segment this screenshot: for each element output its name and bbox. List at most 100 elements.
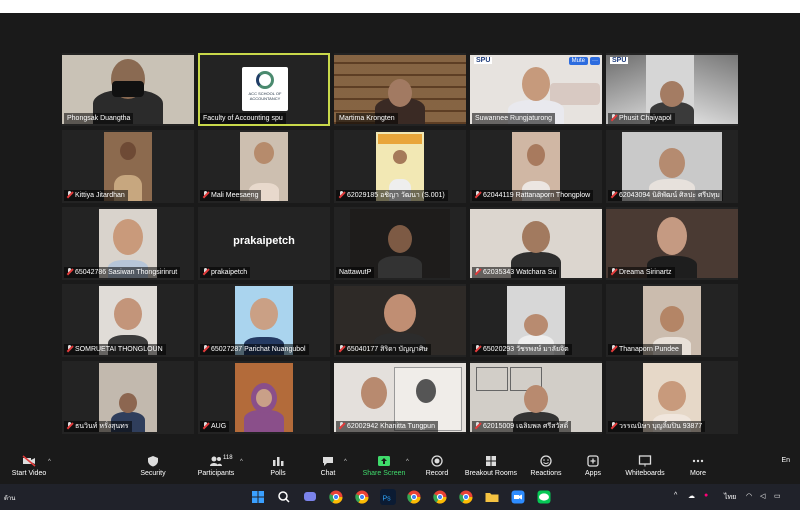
battery-icon[interactable]: ▭ (774, 492, 781, 500)
more-options-button[interactable]: ··· (590, 57, 600, 65)
people-icon: 118 (209, 455, 233, 467)
reactions-button[interactable]: Reactions (528, 455, 564, 477)
participant-name: Suwannee Rungjaturong (472, 113, 556, 124)
chrome-icon[interactable] (406, 489, 422, 505)
chrome-icon[interactable] (458, 489, 474, 505)
polls-button[interactable]: Polls (264, 455, 292, 477)
participant-name: Faculty of Accounting spu (200, 113, 286, 124)
participant-name: 62044119 Rattanaporn Thongplow (472, 190, 594, 201)
whiteboards-button[interactable]: Whiteboards (620, 455, 670, 477)
windows-start-icon[interactable] (250, 489, 266, 505)
participant-name: AUG (200, 421, 230, 432)
participant-tile[interactable]: Mali Meesaeng (198, 130, 330, 203)
video-options-caret[interactable]: ^ (48, 459, 51, 465)
participant-tile-active-speaker[interactable]: ACC SCHOOL OF ACCOUNTANCY Faculty of Acc… (198, 53, 330, 126)
participant-tile[interactable]: SPU Mute ··· Suwannee Rungjaturong (470, 53, 602, 126)
participant-name: 65042786 Sasiwan Thongsirinrut (64, 267, 181, 278)
security-button[interactable]: Security (136, 455, 170, 477)
share-options-caret[interactable]: ^ (406, 459, 409, 465)
ellipsis-icon (691, 455, 705, 467)
accountancy-logo: ACC SCHOOL OF ACCOUNTANCY (242, 67, 288, 111)
apps-icon (586, 455, 600, 467)
participant-tile[interactable]: 62015009 เฉลิมพล ศรีสวัสดิ์ (470, 361, 602, 434)
participant-name: 62029185 อชิญา วัฒนา (S.001) (336, 190, 448, 201)
speaker-icon[interactable]: ◁ (760, 492, 765, 500)
record-button[interactable]: Record (422, 455, 452, 477)
participant-tile[interactable]: 65040177 สิริดา บัญญาศิษ (334, 284, 466, 357)
participant-tile[interactable]: Dreama Sirinartz (606, 207, 738, 280)
video-grid: Phongsak Duangtha ACC SCHOOL OF ACCOUNTA… (62, 53, 738, 434)
participant-tile[interactable]: 62035343 Watchara Su (470, 207, 602, 280)
participant-name: Dreama Sirinartz (608, 267, 675, 278)
participant-tile[interactable]: 62044119 Rattanaporn Thongplow (470, 130, 602, 203)
share-screen-button[interactable]: Share Screen (358, 455, 410, 477)
participant-name: 65040177 สิริดา บัญญาศิษ (336, 344, 431, 355)
tray-chevron-icon[interactable]: ^ (674, 492, 677, 499)
participant-name: 62035343 Watchara Su (472, 267, 560, 278)
participant-name: ธนวินท์ หรั่งสุนทร (64, 421, 132, 432)
photoshop-icon[interactable]: Ps (380, 489, 396, 505)
participant-tile[interactable]: SOMRUETAI THONGLOUN (62, 284, 194, 357)
participant-tile[interactable]: NattawutP (334, 207, 466, 280)
participant-tile[interactable]: ธนวินท์ หรั่งสุนทร (62, 361, 194, 434)
chrome-icon[interactable] (354, 489, 370, 505)
participant-name: Phongsak Duangtha (64, 113, 134, 124)
participant-tile[interactable]: 62029185 อชิญา วัฒนา (S.001) (334, 130, 466, 203)
gallery-view: Phongsak Duangtha ACC SCHOOL OF ACCOUNTA… (0, 13, 800, 453)
chat-options-caret[interactable]: ^ (344, 459, 347, 465)
participant-name: Kittiya Jitardhan (64, 190, 128, 201)
participant-name: NattawutP (336, 267, 375, 278)
participant-name: 65027287 Parichat Nuangubol (200, 344, 309, 355)
smiley-icon (539, 455, 553, 467)
record-icon (430, 455, 444, 467)
chat-button[interactable]: Chat (314, 455, 342, 477)
participant-name: 65020293 วัชรพงษ์ มาลัยจิต (472, 344, 572, 355)
bar-chart-icon (271, 455, 285, 467)
participant-name: 62002942 Khanitta Tungpun (336, 421, 438, 432)
taskbar-left-text: ต้าน (4, 496, 16, 502)
breakout-rooms-button[interactable]: Breakout Rooms (462, 455, 520, 477)
cloud-icon: ☁ (688, 493, 695, 500)
participant-tile[interactable]: SPU Phusit Chaiyapol (606, 53, 738, 126)
meeting-controls: Start Video ^ Security 118 Participants … (0, 453, 800, 484)
folder-icon[interactable] (484, 489, 500, 505)
share-screen-icon (377, 455, 391, 467)
zoom-icon[interactable] (510, 489, 526, 505)
grid-icon (484, 455, 498, 467)
participant-tile[interactable]: 65027287 Parichat Nuangubol (198, 284, 330, 357)
participant-tile[interactable]: Thanaporn Pundee (606, 284, 738, 357)
spu-badge: SPU (474, 57, 493, 64)
teams-chat-icon[interactable] (302, 489, 318, 505)
participant-name: 62043094 นิติพัฒน์ ศิลปะ ศรีปทุม (608, 190, 723, 201)
participant-tile[interactable]: Martima Krongten (334, 53, 466, 126)
windows-taskbar: ต้าน Ps ^ ☁ ● ไทย ◠ ◁ ▭ (0, 484, 800, 510)
video-feed (235, 363, 293, 432)
participants-button[interactable]: 118 Participants (194, 455, 238, 477)
chat-bubble-icon (321, 455, 335, 467)
end-meeting-button[interactable]: En (781, 457, 790, 464)
mute-participant-button[interactable]: Mute (568, 57, 588, 65)
more-button[interactable]: More (684, 455, 712, 477)
participant-tile[interactable]: prakaipetch prakaipetch (198, 207, 330, 280)
participant-name: 62015009 เฉลิมพล ศรีสวัสดิ์ (472, 421, 572, 432)
apps-button[interactable]: Apps (580, 455, 606, 477)
start-video-button[interactable]: Start Video (6, 455, 52, 477)
participant-tile[interactable]: 62002942 Khanitta Tungpun (334, 361, 466, 434)
participant-tile[interactable]: วรรณนิษา บุญลิ้มปิน 93877 (606, 361, 738, 434)
participant-tile[interactable]: 65042786 Sasiwan Thongsirinrut (62, 207, 194, 280)
participant-tile[interactable]: Kittiya Jitardhan (62, 130, 194, 203)
participants-options-caret[interactable]: ^ (240, 459, 243, 465)
participant-tile[interactable]: AUG (198, 361, 330, 434)
wifi-icon[interactable]: ◠ (746, 492, 752, 500)
participant-tile[interactable]: 62043094 นิติพัฒน์ ศิลปะ ศรีปทุม (606, 130, 738, 203)
line-app-icon[interactable] (536, 489, 552, 505)
spu-badge: SPU (610, 57, 629, 64)
participant-tile[interactable]: Phongsak Duangtha (62, 53, 194, 126)
language-indicator[interactable]: ไทย (724, 492, 736, 503)
chrome-icon[interactable] (432, 489, 448, 505)
participant-tile[interactable]: 65020293 วัชรพงษ์ มาลัยจิต (470, 284, 602, 357)
participants-count: 118 (223, 455, 233, 461)
shield-icon (146, 455, 160, 467)
chrome-icon[interactable] (328, 489, 344, 505)
search-icon[interactable] (276, 489, 292, 505)
